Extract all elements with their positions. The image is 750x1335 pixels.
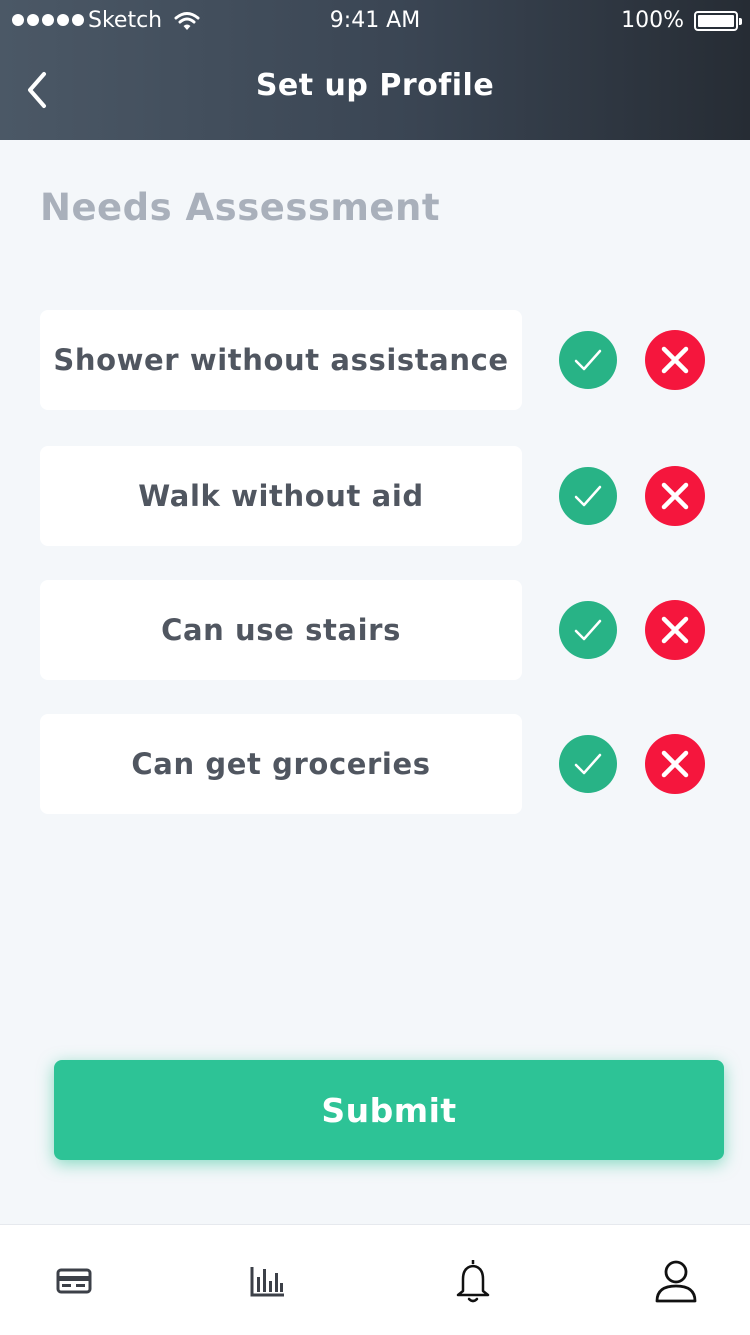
no-button[interactable] bbox=[645, 600, 705, 660]
tab-profile[interactable] bbox=[648, 1253, 704, 1309]
checkmark-icon bbox=[574, 753, 602, 775]
status-bar: Sketch 9:41 AM 100% bbox=[0, 0, 750, 44]
card-icon bbox=[56, 1268, 92, 1294]
checkmark-icon bbox=[574, 349, 602, 371]
assessment-row-walk: Walk without aid bbox=[40, 446, 730, 546]
checkmark-icon bbox=[574, 619, 602, 641]
tab-card[interactable] bbox=[46, 1253, 102, 1309]
battery-percentage: 100% bbox=[621, 8, 684, 33]
assessment-item-label: Walk without aid bbox=[40, 446, 522, 546]
user-icon bbox=[655, 1260, 697, 1303]
page-title: Set up Profile bbox=[255, 68, 495, 103]
yes-button[interactable] bbox=[559, 467, 617, 525]
yes-button[interactable] bbox=[559, 735, 617, 793]
no-button[interactable] bbox=[645, 466, 705, 526]
yes-button[interactable] bbox=[559, 331, 617, 389]
no-button[interactable] bbox=[645, 734, 705, 794]
close-icon bbox=[661, 346, 689, 374]
no-button[interactable] bbox=[645, 330, 705, 390]
submit-button[interactable]: Submit bbox=[54, 1060, 724, 1160]
assessment-item-label: Can get groceries bbox=[40, 714, 522, 814]
section-title: Needs Assessment bbox=[40, 186, 441, 229]
checkmark-icon bbox=[574, 485, 602, 507]
assessment-row-shower: Shower without assistance bbox=[40, 310, 730, 410]
assessment-item-label: Can use stairs bbox=[40, 580, 522, 680]
assessment-row-groceries: Can get groceries bbox=[40, 714, 730, 814]
tab-bar bbox=[0, 1224, 750, 1335]
header: Sketch 9:41 AM 100% Set up Profile bbox=[0, 0, 750, 140]
close-icon bbox=[661, 482, 689, 510]
close-icon bbox=[661, 750, 689, 778]
tab-notifications[interactable] bbox=[445, 1253, 501, 1309]
tab-stats[interactable] bbox=[240, 1253, 296, 1309]
assessment-item-label: Shower without assistance bbox=[40, 310, 522, 410]
yes-button[interactable] bbox=[559, 601, 617, 659]
assessment-row-stairs: Can use stairs bbox=[40, 580, 730, 680]
bell-icon bbox=[456, 1260, 490, 1303]
bar-chart-icon bbox=[250, 1267, 284, 1297]
battery-icon bbox=[694, 11, 742, 31]
close-icon bbox=[661, 616, 689, 644]
